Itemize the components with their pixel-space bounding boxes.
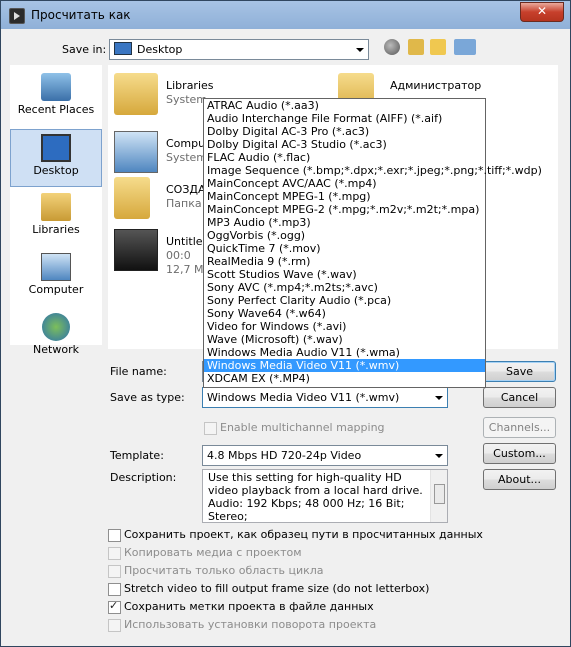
dropdown-option[interactable]: MainConcept MPEG-1 (*.mpg) — [204, 190, 485, 203]
dropdown-option[interactable]: XDCAM EX (*.MP4) — [204, 372, 485, 385]
folder-icon — [114, 177, 150, 219]
save-as-type-label: Save as type: — [110, 391, 185, 404]
window-title: Просчитать как — [31, 8, 131, 22]
save-as-type-combo[interactable]: Windows Media Video V11 (*.wmv) — [202, 387, 448, 408]
place-label: Computer — [28, 283, 84, 296]
checkbox-box[interactable] — [108, 547, 121, 560]
save-as-type-value: Windows Media Video V11 (*.wmv) — [207, 391, 400, 404]
checkbox-box[interactable] — [108, 529, 121, 542]
computer-icon — [41, 253, 71, 281]
desktop-small-icon — [114, 42, 132, 55]
dropdown-option[interactable]: RealMedia 9 (*.rm) — [204, 255, 485, 268]
video-file-icon — [114, 229, 158, 271]
description-label: Description: — [110, 471, 177, 484]
save-as-dialog: Просчитать как ✕ Save in: Desktop Recent… — [0, 0, 571, 647]
dropdown-option[interactable]: OggVorbis (*.ogg) — [204, 229, 485, 242]
place-desktop[interactable]: Desktop — [10, 129, 102, 187]
recent-places-icon — [41, 73, 71, 101]
template-combo[interactable]: 4.8 Mbps HD 720-24p Video — [202, 445, 448, 466]
view-menu-icon[interactable] — [454, 39, 476, 55]
template-label: Template: — [110, 449, 164, 462]
template-value: 4.8 Mbps HD 720-24p Video — [207, 449, 362, 462]
place-libraries[interactable]: Libraries — [10, 189, 102, 247]
description-box: Use this setting for high-quality HD vid… — [202, 469, 448, 523]
dropdown-option[interactable]: FLAC Audio (*.flac) — [204, 151, 485, 164]
back-icon[interactable] — [384, 39, 400, 55]
save-in-combo[interactable]: Desktop — [109, 39, 369, 60]
dropdown-option[interactable]: Sony AVC (*.mp4;*.m2ts;*.avc) — [204, 281, 485, 294]
dropdown-option[interactable]: Audio Interchange File Format (AIFF) (*.… — [204, 112, 485, 125]
dropdown-option[interactable]: Scott Studios Wave (*.wav) — [204, 268, 485, 281]
places-bar: Recent Places Desktop Libraries Computer… — [10, 65, 102, 356]
dropdown-option[interactable]: Wave (Microsoft) (*.wav) — [204, 333, 485, 346]
chevron-down-icon[interactable] — [351, 40, 368, 59]
about-button[interactable]: About... — [483, 469, 556, 490]
new-folder-icon[interactable] — [430, 39, 446, 55]
place-recent-places[interactable]: Recent Places — [10, 69, 102, 127]
chevron-down-icon[interactable] — [430, 388, 447, 407]
cancel-button[interactable]: Cancel — [483, 387, 556, 408]
network-icon — [42, 313, 70, 341]
dropdown-option[interactable]: ATRAC Audio (*.aa3) — [204, 99, 485, 112]
dropdown-option[interactable]: Image Sequence (*.bmp;*.dpx;*.exr;*.jpeg… — [204, 164, 542, 177]
place-computer[interactable]: Computer — [10, 249, 102, 307]
checkbox-box[interactable] — [108, 599, 121, 614]
title-bar: Просчитать как ✕ — [1, 1, 570, 29]
dropdown-option[interactable]: Windows Media Video V11 (*.wmv) — [204, 359, 485, 372]
dropdown-option[interactable]: Dolby Digital AC-3 Pro (*.ac3) — [204, 125, 485, 138]
dropdown-option[interactable]: Video for Windows (*.avi) — [204, 320, 485, 333]
dropdown-option[interactable]: MP3 Audio (*.mp3) — [204, 216, 485, 229]
save-in-value: Desktop — [137, 43, 183, 56]
dropdown-option[interactable]: Windows Media Audio V11 (*.wma) — [204, 346, 485, 359]
desktop-icon — [41, 134, 71, 162]
close-button[interactable]: ✕ — [520, 2, 564, 22]
description-scrollbar[interactable] — [430, 470, 447, 522]
computer-icon — [114, 131, 158, 173]
dropdown-option[interactable]: Sony Wave64 (*.w64) — [204, 307, 485, 320]
dropdown-option[interactable]: MainConcept MPEG-2 (*.mpg;*.m2v;*.m2t;*.… — [204, 203, 485, 216]
place-label: Network — [33, 343, 79, 356]
chevron-down-icon[interactable] — [430, 446, 447, 465]
save-in-label: Save in: — [62, 43, 107, 56]
place-network[interactable]: Network — [10, 309, 102, 367]
checkbox-box[interactable] — [108, 583, 121, 596]
checkbox-box[interactable] — [108, 619, 121, 632]
dropdown-option[interactable]: Sony Perfect Clarity Audio (*.pca) — [204, 294, 485, 307]
app-icon — [9, 8, 25, 24]
place-label: Desktop — [33, 164, 79, 177]
checkbox-box[interactable] — [108, 565, 121, 578]
dropdown-option[interactable]: MainConcept AVC/AAC (*.mp4) — [204, 177, 485, 190]
libraries-folder-icon — [114, 73, 158, 115]
dropdown-option[interactable]: Dolby Digital AC-3 Studio (*.ac3) — [204, 138, 485, 151]
place-label: Recent Places — [17, 103, 95, 116]
save-button[interactable]: Save — [483, 361, 556, 382]
checkbox-box[interactable] — [204, 422, 217, 435]
save-as-type-dropdown-list: ATRAC Audio (*.aa3) Audio Interchange Fil… — [203, 98, 542, 388]
dropdown-option[interactable]: QuickTime 7 (*.mov) — [204, 242, 485, 255]
file-name-label: File name: — [110, 365, 167, 378]
up-folder-icon[interactable] — [408, 39, 424, 55]
place-label: Libraries — [32, 223, 80, 236]
scroll-thumb[interactable] — [434, 484, 445, 504]
custom-button[interactable]: Custom... — [483, 443, 556, 464]
channels-button[interactable]: Channels... — [483, 417, 556, 438]
libraries-icon — [41, 193, 71, 221]
